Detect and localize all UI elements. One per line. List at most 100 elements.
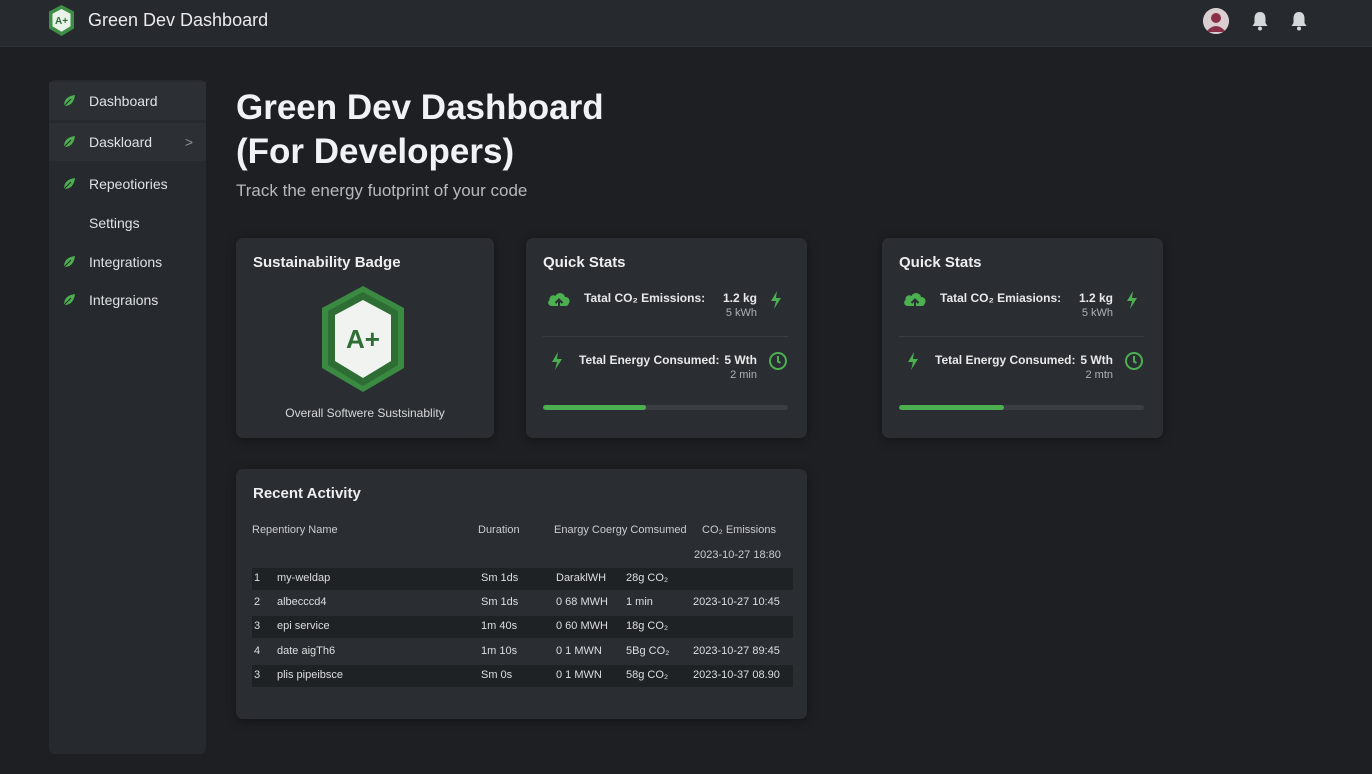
progress-fill [899, 405, 1005, 410]
timestamp: 2023-10-37 08.90 [693, 669, 780, 681]
emissions: 58g CO₂ [626, 669, 669, 681]
clock-icon [1125, 352, 1143, 370]
divider [899, 336, 1144, 337]
energy-label: Tetal Energy Consumed: [935, 353, 1076, 367]
user-avatar[interactable] [1203, 8, 1229, 34]
row-index: 3 [254, 669, 261, 681]
top-bar: A+ Green Dev Dashboard [0, 0, 1372, 47]
energy-value: 5 Wth [724, 353, 757, 367]
a-plus-badge-icon: A+ [322, 286, 404, 392]
table-row[interactable]: 3 plis pipeibsce Sm 0s 0 1 MWN 58g CO₂ 2… [252, 665, 793, 687]
row-index: 1 [254, 572, 261, 584]
co2-sub: 5 kWh [1081, 307, 1113, 319]
energy: 0 68 MWH [556, 596, 608, 608]
cloud-upload-icon [548, 293, 570, 310]
page-title-line1: Green Dev Dashboard [236, 88, 604, 127]
repo-name: epi service [277, 620, 330, 632]
energy: 0 1 MWN [556, 669, 602, 681]
repo-name: date aigTh6 [277, 645, 336, 657]
header-date: 2023-10-27 18:80 [694, 549, 781, 561]
clock-icon [769, 352, 787, 370]
sidebar-item-label: Daskloard [89, 134, 153, 150]
duration: Sm 0s [481, 669, 513, 681]
leaf-icon [63, 256, 75, 268]
timestamp: 2023-10-27 10:45 [693, 596, 780, 608]
sidebar-item-label: Integraions [89, 292, 159, 308]
repo-name: my-weldap [277, 572, 331, 584]
progress-fill [543, 405, 646, 410]
leaf-icon [63, 294, 75, 306]
energy: DaraklWH [556, 572, 607, 584]
leaf-icon [63, 136, 75, 148]
sidebar-item-dashboard[interactable]: Dashboard [49, 82, 206, 120]
a-plus-shield-icon: A+ [49, 5, 74, 36]
sidebar: Dashboard Daskloard > Repeotiories Setti… [49, 80, 206, 754]
quick-stats-card-2: Quick Stats Tatal CO₂ Emiasions: 1.2 kg … [882, 238, 1163, 438]
column-header-duration[interactable]: Duration [478, 524, 520, 536]
quick-stats-card: Quick Stats Tatal CO₂ Emissions: 1.2 kg … [526, 238, 807, 438]
duration: 1m 10s [481, 645, 518, 657]
lightning-icon [1127, 291, 1137, 309]
emissions: 1 min [626, 596, 653, 608]
lightning-icon [908, 352, 918, 370]
page-title-line2: (For Developers) [236, 132, 515, 171]
sidebar-item-label: Settings [89, 215, 140, 231]
page-title: Green Dev Dashboard (For Developers) [236, 86, 736, 174]
lightning-icon [771, 291, 781, 309]
co2-sub: 5 kWh [725, 307, 757, 319]
co2-value: 1.2 kg [722, 291, 757, 305]
duration: Sm 1ds [481, 572, 519, 584]
row-index: 3 [254, 620, 261, 632]
table-row[interactable]: 4 date aigTh6 1m 10s 0 1 MWN 5Bg CO₂ 202… [252, 641, 793, 663]
bell-icon[interactable] [1250, 10, 1270, 32]
table-row[interactable]: 3 epi service 1m 40s 0 60 MWH 18g CO₂ [252, 616, 793, 638]
sidebar-item-settings[interactable]: Settings [49, 204, 206, 242]
bell-icon[interactable] [1289, 10, 1309, 32]
sidebar-item-label: Integrations [89, 254, 163, 270]
divider [543, 336, 788, 337]
energy: 0 60 MWH [556, 620, 608, 632]
energy-progress-bar [543, 405, 788, 410]
lightning-icon [552, 352, 562, 370]
app-title: Green Dev Dashboard [88, 10, 269, 30]
sidebar-item-label: Dashboard [89, 93, 158, 109]
duration: 1m 40s [481, 620, 518, 632]
badge-grade: A+ [346, 324, 380, 354]
energy-label: Tetal Energy Consumed: [579, 353, 720, 367]
energy-value: 5 Wth [1080, 353, 1113, 367]
table-row[interactable]: 2 albecccd4 Sm 1ds 0 68 MWH 1 min 2023-1… [252, 592, 793, 614]
sustainability-badge-card: Sustainability Badge A+ Overall Softwere… [236, 238, 494, 438]
card-title: Quick Stats [899, 254, 982, 271]
sidebar-item-repositories[interactable]: Repeotiories [49, 165, 206, 203]
recent-activity-card: Recent Activity Repentiory Name Duration… [236, 469, 807, 719]
energy-progress-bar [899, 405, 1144, 410]
cloud-upload-icon [904, 293, 926, 310]
row-index: 2 [254, 596, 261, 608]
emissions: 18g CO₂ [626, 620, 669, 632]
badge-caption: Overall Softwere Sustsinablity [285, 406, 445, 420]
chevron-right-icon: > [184, 134, 193, 150]
sidebar-item-integrations-2[interactable]: Integraions [49, 281, 206, 319]
card-title: Sustainability Badge [253, 254, 401, 271]
table-row[interactable]: 1 my-weldap Sm 1ds DaraklWH 28g CO₂ [252, 568, 793, 590]
emissions: 28g CO₂ [626, 572, 669, 584]
column-header-repository[interactable]: Repentiory Name [252, 524, 338, 536]
duration: Sm 1ds [481, 596, 519, 608]
leaf-icon [63, 95, 75, 107]
sidebar-item-daskloard[interactable]: Daskloard > [49, 123, 206, 161]
card-title: Recent Activity [253, 485, 361, 502]
co2-label: Tatal CO₂ Emiasions: [940, 291, 1062, 305]
energy-sub: 2 mtn [1085, 369, 1113, 381]
co2-label: Tatal CO₂ Emissions: [584, 291, 706, 305]
row-index: 4 [254, 645, 261, 657]
timestamp: 2023-10-27 89:45 [693, 645, 780, 657]
energy: 0 1 MWN [556, 645, 602, 657]
card-title: Quick Stats [543, 254, 626, 271]
column-header-energy[interactable]: Enargy Coergy Comsumed [554, 524, 687, 536]
sidebar-item-label: Repeotiories [89, 176, 168, 192]
repo-name: plis pipeibsce [277, 669, 344, 681]
svg-text:A+: A+ [55, 16, 68, 27]
column-header-co2[interactable]: CO₂ Emissions [702, 524, 776, 536]
emissions: 5Bg CO₂ [626, 645, 670, 657]
sidebar-item-integrations[interactable]: Integrations [49, 243, 206, 281]
